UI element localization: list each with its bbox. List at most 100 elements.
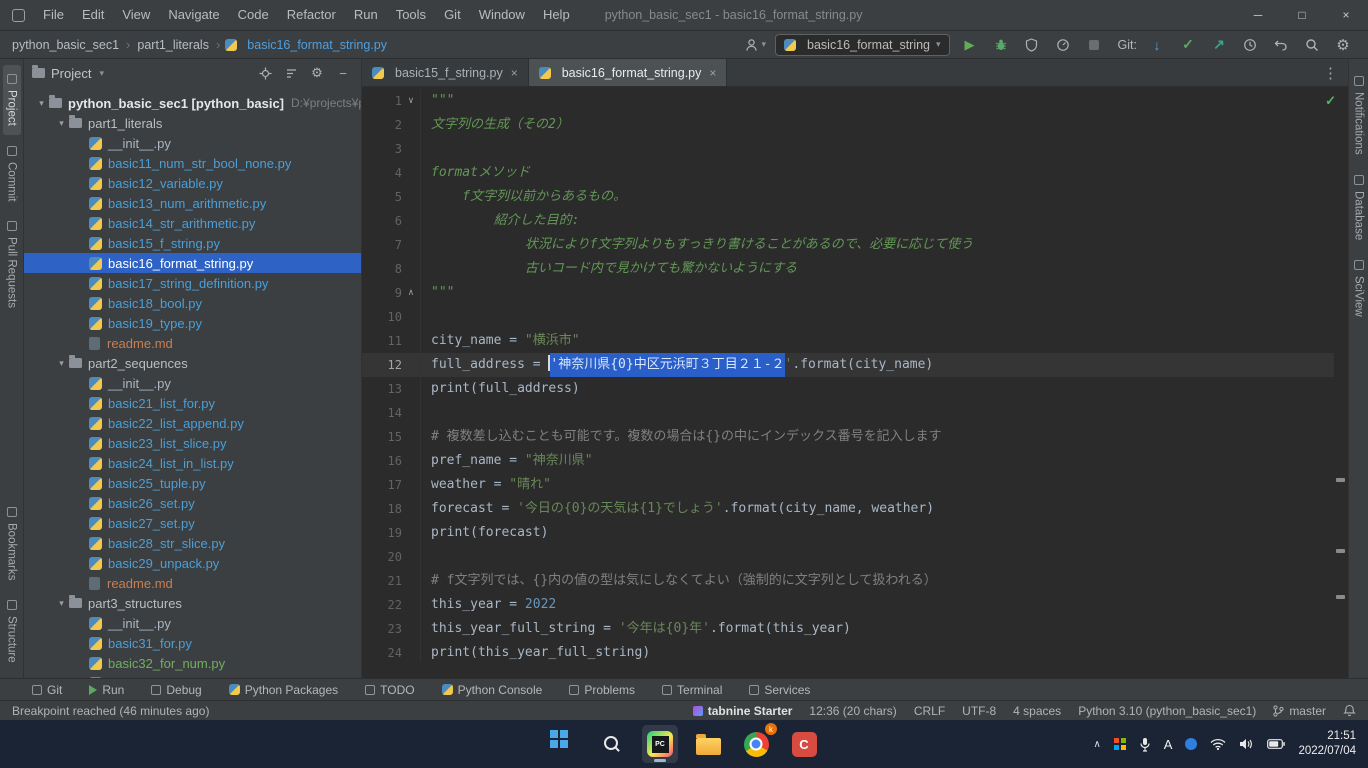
code-line-7[interactable]: 7 状況によりf文字列よりもすっきり書けることがあるので、必要に応じて使う bbox=[362, 233, 1334, 257]
chevron-expanded-icon[interactable]: ▾ bbox=[34, 98, 49, 109]
tool-stripe-sciview[interactable]: SciView bbox=[1350, 251, 1368, 326]
breadcrumb-item-basic16-format-string-py[interactable]: basic16_format_string.py bbox=[245, 38, 389, 52]
tree-item-init-py[interactable]: __init__.py bbox=[24, 133, 361, 153]
tree-item-basic31-for-py[interactable]: basic31_for.py bbox=[24, 633, 361, 653]
tree-item-readme-md[interactable]: readme.md bbox=[24, 573, 361, 593]
git-commit-button[interactable]: ✓ bbox=[1177, 34, 1199, 56]
tool-stripe-notifications[interactable]: Notifications bbox=[1350, 67, 1368, 164]
history-button[interactable] bbox=[1239, 34, 1261, 56]
ime-mode-indicator[interactable]: A bbox=[1164, 737, 1173, 752]
tree-item-basic29-unpack-py[interactable]: basic29_unpack.py bbox=[24, 553, 361, 573]
menu-help[interactable]: Help bbox=[534, 0, 579, 30]
search-everywhere-icon[interactable] bbox=[1301, 34, 1323, 56]
chevron-expanded-icon[interactable]: ▾ bbox=[54, 358, 69, 369]
inspections-ok-icon[interactable]: ✓ bbox=[1325, 93, 1336, 109]
tree-item-basic27-set-py[interactable]: basic27_set.py bbox=[24, 513, 361, 533]
editor-tab-basic16-format-string-py[interactable]: basic16_format_string.py× bbox=[529, 59, 728, 86]
caret-position[interactable]: 12:36 (20 chars) bbox=[809, 704, 896, 718]
hide-panel-icon[interactable]: − bbox=[333, 63, 353, 83]
run-with-coverage-button[interactable] bbox=[1021, 34, 1043, 56]
panel-settings-gear-icon[interactable]: ⚙ bbox=[307, 63, 327, 83]
toolwindow-todo[interactable]: TODO bbox=[365, 683, 414, 697]
tree-item-readme-md[interactable]: readme.md bbox=[24, 333, 361, 353]
code-line-21[interactable]: 21# f文字列では、{}内の値の型は気にしなくてよい（強制的に文字列として扱わ… bbox=[362, 569, 1334, 593]
locate-file-icon[interactable] bbox=[255, 63, 275, 83]
tree-item-init-py[interactable]: __init__.py bbox=[24, 613, 361, 633]
tree-item-python-basic-sec1-python-basic[interactable]: ▾python_basic_sec1 [python_basic]D:¥proj… bbox=[24, 93, 361, 113]
breadcrumb-item-part1-literals[interactable]: part1_literals bbox=[135, 38, 211, 52]
stop-button[interactable] bbox=[1083, 34, 1105, 56]
taskbar-search-icon[interactable] bbox=[594, 725, 630, 763]
tool-stripe-bookmarks[interactable]: Bookmarks bbox=[3, 498, 21, 590]
code-line-10[interactable]: 10 bbox=[362, 305, 1334, 329]
toolwindow-run[interactable]: Run bbox=[89, 683, 124, 697]
tree-item-basic23-list-slice-py[interactable]: basic23_list_slice.py bbox=[24, 433, 361, 453]
code-line-18[interactable]: 18forecast = '今日の{0}の天気は{1}でしょう'.format(… bbox=[362, 497, 1334, 521]
microphone-icon[interactable] bbox=[1139, 737, 1151, 752]
tree-item-basic26-set-py[interactable]: basic26_set.py bbox=[24, 493, 361, 513]
taskbar-pycharm-icon[interactable]: PC bbox=[642, 725, 678, 763]
menu-git[interactable]: Git bbox=[435, 0, 470, 30]
tool-stripe-structure[interactable]: Structure bbox=[3, 591, 21, 672]
chevron-expanded-icon[interactable]: ▾ bbox=[54, 118, 69, 129]
menu-code[interactable]: Code bbox=[229, 0, 278, 30]
file-encoding[interactable]: UTF-8 bbox=[962, 704, 996, 718]
tree-item-basic11-num-str-bool-none-py[interactable]: basic11_num_str_bool_none.py bbox=[24, 153, 361, 173]
start-button[interactable] bbox=[546, 725, 582, 763]
code-line-11[interactable]: 11city_name = "横浜市" bbox=[362, 329, 1334, 353]
run-button[interactable]: ▶ bbox=[959, 34, 981, 56]
line-separator[interactable]: CRLF bbox=[914, 704, 945, 718]
tree-item-part2-sequences[interactable]: ▾part2_sequences bbox=[24, 353, 361, 373]
tool-stripe-commit[interactable]: Commit bbox=[3, 137, 21, 211]
menu-edit[interactable]: Edit bbox=[73, 0, 113, 30]
toolwindow-python-console[interactable]: Python Console bbox=[442, 683, 543, 697]
chevron-expanded-icon[interactable]: ▾ bbox=[54, 598, 69, 609]
tree-item-part1-literals[interactable]: ▾part1_literals bbox=[24, 113, 361, 133]
git-branch-widget[interactable]: master bbox=[1273, 704, 1326, 718]
profiler-button[interactable] bbox=[1052, 34, 1074, 56]
code-line-6[interactable]: 6 紹介した目的: bbox=[362, 209, 1334, 233]
tree-item-basic16-format-string-py[interactable]: basic16_format_string.py bbox=[24, 253, 361, 273]
toolwindow-services[interactable]: Services bbox=[749, 683, 810, 697]
code-line-13[interactable]: 13print(full_address) bbox=[362, 377, 1334, 401]
code-line-15[interactable]: 15# 複数差し込むことも可能です。複数の場合は{}の中にインデックス番号を記入… bbox=[362, 425, 1334, 449]
python-interpreter[interactable]: Python 3.10 (python_basic_sec1) bbox=[1078, 704, 1256, 718]
tree-item-basic24-list-in-list-py[interactable]: basic24_list_in_list.py bbox=[24, 453, 361, 473]
code-line-16[interactable]: 16pref_name = "神奈川県" bbox=[362, 449, 1334, 473]
tray-colorful-icon[interactable] bbox=[1114, 738, 1126, 750]
toolwindow-git[interactable]: Git bbox=[32, 683, 62, 697]
code-line-5[interactable]: 5 f文字列以前からあるもの。 bbox=[362, 185, 1334, 209]
code-line-22[interactable]: 22this_year = 2022 bbox=[362, 593, 1334, 617]
editor-tab-basic15-f-string-py[interactable]: basic15_f_string.py× bbox=[362, 59, 529, 86]
menu-view[interactable]: View bbox=[113, 0, 159, 30]
code-line-23[interactable]: 23this_year_full_string = '今年は{0}年'.form… bbox=[362, 617, 1334, 641]
notifications-bell-icon[interactable] bbox=[1343, 704, 1356, 717]
code-line-17[interactable]: 17weather = "晴れ" bbox=[362, 473, 1334, 497]
code-line-8[interactable]: 8 古いコード内で見かけても驚かないようにする bbox=[362, 257, 1334, 281]
breadcrumb-item-python-basic-sec1[interactable]: python_basic_sec1 bbox=[10, 38, 121, 52]
rollback-button[interactable] bbox=[1270, 34, 1292, 56]
tree-item-basic14-str-arithmetic-py[interactable]: basic14_str_arithmetic.py bbox=[24, 213, 361, 233]
tree-item-basic32-for-num-py[interactable]: basic32_for_num.py bbox=[24, 653, 361, 673]
code-line-20[interactable]: 20 bbox=[362, 545, 1334, 569]
code-line-24[interactable]: 24print(this_year_full_string) bbox=[362, 641, 1334, 661]
tool-stripe-pull-requests[interactable]: Pull Requests bbox=[3, 212, 21, 317]
menu-tools[interactable]: Tools bbox=[387, 0, 435, 30]
toolwindow-terminal[interactable]: Terminal bbox=[662, 683, 722, 697]
taskbar-explorer-icon[interactable] bbox=[690, 725, 726, 763]
code-line-14[interactable]: 14 bbox=[362, 401, 1334, 425]
toolwindow-debug[interactable]: Debug bbox=[151, 683, 201, 697]
tree-item-part3-structures[interactable]: ▾part3_structures bbox=[24, 593, 361, 613]
tool-stripe-database[interactable]: Database bbox=[1350, 166, 1368, 249]
user-avatar-icon[interactable]: ▾ bbox=[745, 38, 767, 52]
code-line-19[interactable]: 19print(forecast) bbox=[362, 521, 1334, 545]
toolwindow-problems[interactable]: Problems bbox=[569, 683, 635, 697]
taskbar-app-c-icon[interactable]: C bbox=[786, 725, 822, 763]
maximize-button[interactable]: □ bbox=[1280, 0, 1324, 30]
battery-icon[interactable] bbox=[1267, 739, 1285, 749]
indent-style[interactable]: 4 spaces bbox=[1013, 704, 1061, 718]
tree-item-basic25-tuple-py[interactable]: basic25_tuple.py bbox=[24, 473, 361, 493]
tool-stripe-project[interactable]: Project bbox=[3, 65, 21, 135]
git-push-button[interactable]: ↗ bbox=[1208, 34, 1230, 56]
menu-navigate[interactable]: Navigate bbox=[159, 0, 228, 30]
